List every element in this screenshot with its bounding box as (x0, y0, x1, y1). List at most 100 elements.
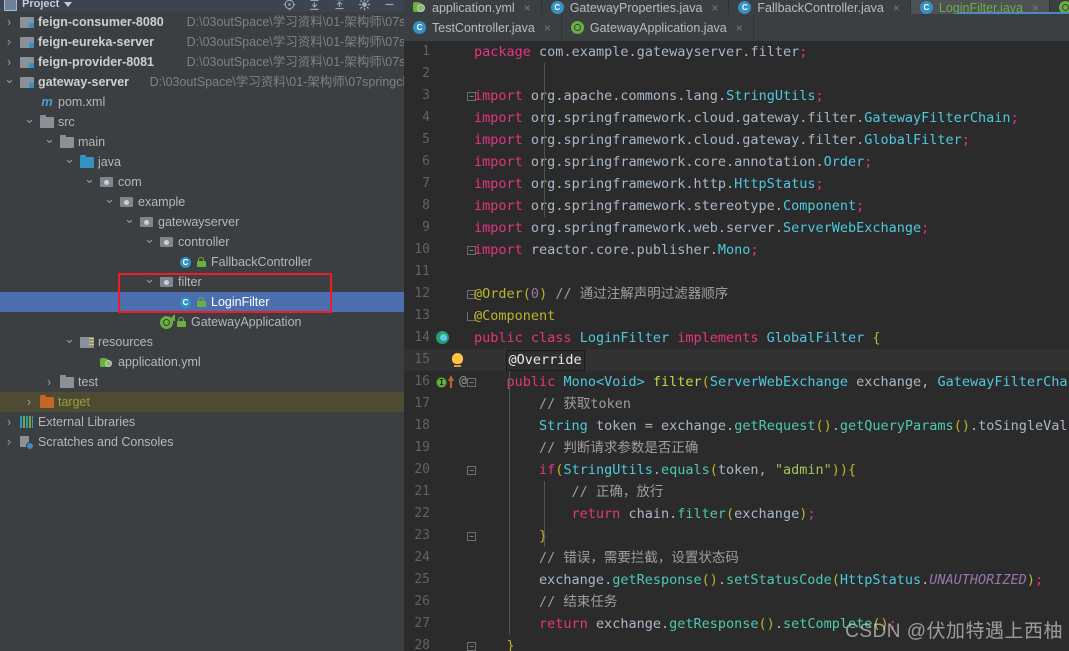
tree-item-pom-xml[interactable]: m pom.xml (0, 92, 404, 112)
editor-tab-gatewayapplication-java[interactable]: GatewayApplication.java × (562, 14, 754, 41)
tree-item-feign-eureka-server[interactable]: › feign-eureka-server D:\03outSpace\学习资料\0… (0, 32, 404, 52)
tree-item-feign-provider-8081[interactable]: › feign-provider-8081 D:\03outSpace\学习资料\0… (0, 52, 404, 72)
chevron-right-icon[interactable]: › (4, 412, 14, 432)
tree-item-src[interactable]: ⌄ src (0, 112, 404, 132)
chevron-right-icon[interactable]: › (4, 52, 14, 72)
tree-item-label: gatewayserver (158, 215, 240, 229)
spring-bean-icon[interactable] (436, 331, 449, 344)
code-line[interactable]: 20− if(StringUtils.equals(token, "admin"… (404, 459, 1069, 481)
code-line[interactable]: 1 package com.example.gatewayserver.filte… (404, 41, 1069, 63)
code-line[interactable]: 10− import reactor.core.publisher.Mono; (404, 239, 1069, 261)
code-line[interactable]: 3−import org.apache.commons.lang.StringU… (404, 85, 1069, 107)
close-icon[interactable]: × (711, 1, 718, 14)
project-tree[interactable]: › feign-consumer-8080 D:\03outSpace\学习资料\0… (0, 12, 404, 651)
chevron-down-icon[interactable]: ⌄ (44, 132, 55, 152)
code-line[interactable]: 16 I @ − public Mono<Void> filter(ServerWeb… (404, 371, 1069, 393)
line-number: 7 (422, 176, 430, 191)
tree-item-feign-consumer-8080[interactable]: › feign-consumer-8080 D:\03outSpace\学习资料\0… (0, 12, 404, 32)
chevron-right-icon[interactable]: › (24, 392, 34, 412)
chevron-right-icon[interactable]: › (4, 12, 14, 32)
tree-item-com[interactable]: ⌄ com (0, 172, 404, 192)
chevron-right-icon[interactable]: › (4, 32, 14, 52)
code-line[interactable]: 11 (404, 261, 1069, 283)
code-line[interactable]: 5 import org.springframework.cloud.gatewa… (404, 129, 1069, 151)
chevron-down-icon[interactable]: ⌄ (84, 172, 95, 192)
code-line[interactable]: 23− } (404, 525, 1069, 547)
code-text: return exchange.getResponse().setComplet… (539, 616, 897, 632)
collapse-all-icon[interactable] (308, 0, 321, 11)
chevron-down-icon[interactable]: ⌄ (24, 112, 35, 132)
code-line[interactable]: 26 // 结束任务 (404, 591, 1069, 613)
code-line[interactable]: 22 return chain.filter(exchange); (404, 503, 1069, 525)
tree-item-java[interactable]: ⌄ java (0, 152, 404, 172)
tree-item-application-yml[interactable]: application.yml (0, 352, 404, 372)
chevron-down-icon[interactable]: ⌄ (64, 332, 75, 352)
code-line[interactable]: 28− } (404, 635, 1069, 651)
close-icon[interactable]: × (544, 21, 551, 35)
tree-item-main[interactable]: ⌄ main (0, 132, 404, 152)
close-icon[interactable]: × (736, 21, 743, 35)
tree-item-fallbackcontroller[interactable]: C FallbackController (0, 252, 404, 272)
gear-icon[interactable] (358, 0, 371, 11)
code-editor[interactable]: 1 package com.example.gatewayserver.filte… (404, 41, 1069, 651)
tree-item-test[interactable]: › test (0, 372, 404, 392)
code-line[interactable]: 25 exchange.getResponse().setStatusCode(… (404, 569, 1069, 591)
tree-item-example[interactable]: ⌄ example (0, 192, 404, 212)
tree-item-external-libraries[interactable]: › External Libraries (0, 412, 404, 432)
code-line[interactable]: 18 String token = exchange.getRequest().… (404, 415, 1069, 437)
code-line[interactable]: 13 @Component (404, 305, 1069, 327)
chevron-down-icon[interactable]: ⌄ (144, 272, 155, 292)
override-arrow-icon[interactable] (448, 375, 454, 388)
editor-tab-fallbackcontroller-java[interactable]: C FallbackController.java × (729, 0, 911, 14)
expand-all-icon[interactable] (333, 0, 346, 11)
tree-item-gateway-server[interactable]: ⌄ gateway-server D:\03outSpace\学习资料\01-架构师… (0, 72, 404, 92)
editor-tab-application-yml[interactable]: application.yml × (404, 0, 542, 14)
chevron-down-icon[interactable]: ⌄ (144, 232, 155, 252)
editor-tab-testcontroller-java[interactable]: C TestController.java × (404, 14, 562, 41)
chevron-down-icon[interactable] (64, 2, 72, 7)
tree-item-gatewayapplication[interactable]: GatewayApplication (0, 312, 404, 332)
code-line[interactable]: 17 // 获取token (404, 393, 1069, 415)
chevron-down-icon[interactable]: ⌄ (104, 192, 115, 212)
code-line[interactable]: 4 import org.springframework.cloud.gatewa… (404, 107, 1069, 129)
chevron-down-icon[interactable]: ⌄ (64, 152, 75, 172)
tree-item-filter[interactable]: ⌄ filter (0, 272, 404, 292)
implementing-method-icon[interactable]: I (436, 377, 447, 388)
code-line[interactable]: 8 import org.springframework.stereotype.C… (404, 195, 1069, 217)
line-number: 21 (414, 484, 430, 499)
code-line[interactable]: 24 // 错误，需要拦截，设置状态码 (404, 547, 1069, 569)
code-line[interactable]: 6 import org.springframework.core.annotat… (404, 151, 1069, 173)
code-line[interactable]: 7 import org.springframework.http.HttpSta… (404, 173, 1069, 195)
tree-item-label: pom.xml (58, 95, 106, 109)
hide-panel-icon[interactable] (383, 0, 396, 11)
editor-tab-row-bottom[interactable]: C TestController.java × GatewayApplication.… (404, 14, 1069, 42)
code-line[interactable]: 9 import org.springframework.web.server.S… (404, 217, 1069, 239)
editor-tab-label: GatewayApplication.java (589, 20, 727, 35)
editor-tab-gatewayproperties-java[interactable]: C GatewayProperties.java × (542, 0, 730, 14)
close-icon[interactable]: × (893, 1, 900, 14)
code-line[interactable]: 19 // 判断请求参数是否正确 (404, 437, 1069, 459)
code-line[interactable]: 12− @Order(0) // 通过注解声明过滤器顺序 (404, 283, 1069, 305)
code-line[interactable]: 27 return exchange.getResponse().setComp… (404, 613, 1069, 635)
tree-item-scratches-and-consoles[interactable]: › Scratches and Consoles (0, 432, 404, 452)
close-icon[interactable]: × (524, 1, 531, 14)
tree-item-path: D:\03outSpace\学习资料\01-架构师\07sprin (186, 35, 404, 49)
code-line[interactable]: 2 (404, 63, 1069, 85)
chevron-down-icon[interactable]: ⌄ (124, 212, 135, 232)
code-text: // 获取token (539, 396, 632, 412)
chevron-right-icon[interactable]: › (4, 432, 14, 452)
tree-item-controller[interactable]: ⌄ controller (0, 232, 404, 252)
code-line[interactable]: 15 @Override (404, 349, 1069, 371)
tree-item-loginfilter[interactable]: C LoginFilter (0, 292, 404, 312)
chevron-right-icon[interactable]: › (44, 372, 54, 392)
chevron-down-icon[interactable]: ⌄ (4, 72, 15, 92)
indent-guide (509, 371, 510, 635)
code-line[interactable]: 21 // 正确，放行 (404, 481, 1069, 503)
annotation-gutter-icon[interactable]: @ (459, 371, 467, 393)
code-line[interactable]: 14 public class LoginFilter implements Gl… (404, 327, 1069, 349)
tree-item-target[interactable]: › target (0, 392, 404, 412)
locate-icon[interactable] (283, 0, 296, 11)
tree-item-resources[interactable]: ⌄ resources (0, 332, 404, 352)
intention-bulb-icon[interactable] (452, 353, 463, 367)
tree-item-gatewayserver[interactable]: ⌄ gatewayserver (0, 212, 404, 232)
